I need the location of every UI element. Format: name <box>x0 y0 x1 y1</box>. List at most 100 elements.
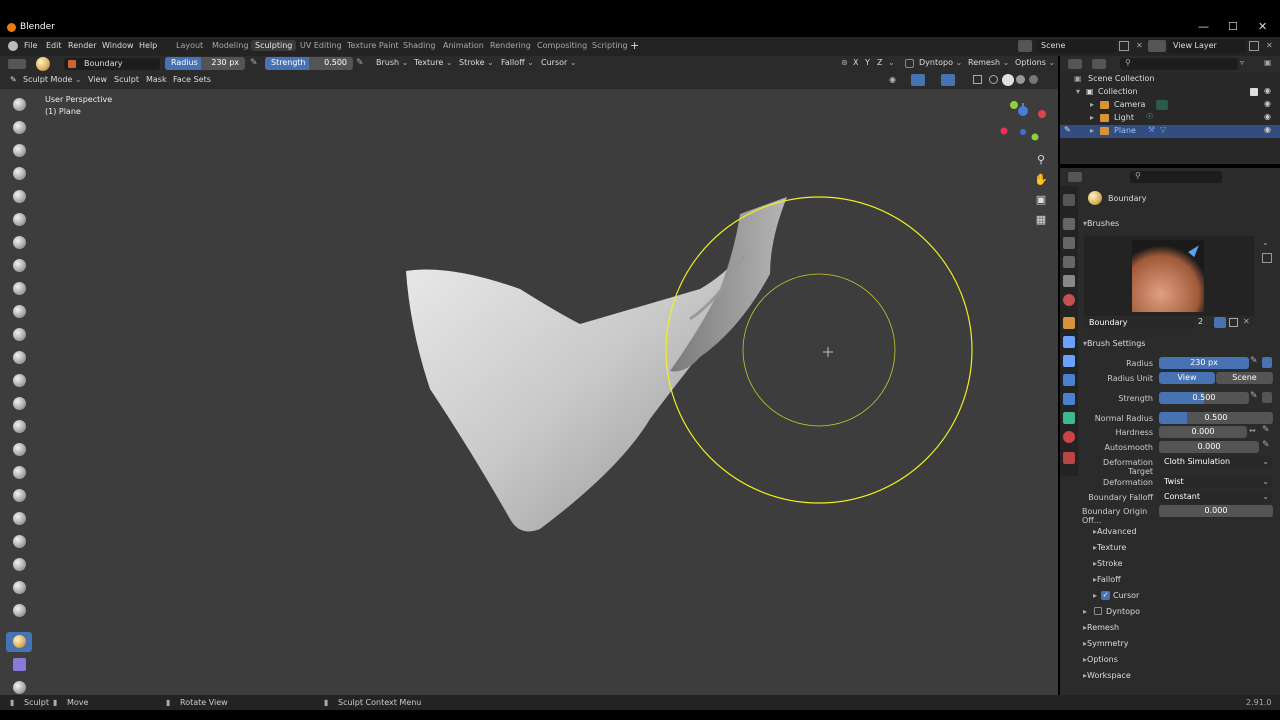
clay-thumb-tool-icon[interactable] <box>6 187 32 207</box>
delete-view-layer-icon[interactable]: ✕ <box>1266 41 1273 50</box>
symmetry-y-toggle[interactable]: Y <box>865 58 870 67</box>
inflate-tool-icon[interactable] <box>6 233 32 253</box>
symmetry-icon[interactable]: ⊛ <box>841 58 848 67</box>
rendered-shading-icon[interactable] <box>1029 75 1038 84</box>
crease-tool-icon[interactable] <box>6 279 32 299</box>
options-menu[interactable]: Options <box>1015 58 1055 67</box>
navigation-gizmo[interactable] <box>1000 101 1047 141</box>
pinch-tool-icon[interactable] <box>6 417 32 437</box>
dyntopo-panel-checkbox[interactable] <box>1094 607 1102 615</box>
mesh-data-icon[interactable]: ▽ <box>1160 125 1166 134</box>
minimize-icon[interactable]: — <box>1198 20 1209 33</box>
autosmooth-pressure-icon[interactable]: ✎ <box>1262 440 1270 450</box>
tab-shading[interactable]: Shading <box>399 40 440 51</box>
dyntopo-checkbox[interactable] <box>905 59 914 68</box>
strength-pressure-icon[interactable]: ✎ <box>1250 391 1258 401</box>
multiplane-scrape-tool-icon[interactable] <box>6 394 32 414</box>
camera-data-icon[interactable] <box>1156 100 1168 110</box>
scene-field[interactable]: Scene <box>1036 40 1116 53</box>
output-tab-icon[interactable] <box>1063 237 1075 249</box>
hardness-invert-icon[interactable]: ↔ <box>1249 426 1256 435</box>
radius-pressure-icon[interactable]: ✎ <box>1250 356 1258 366</box>
new-scene-icon[interactable] <box>1119 41 1129 51</box>
flatten-tool-icon[interactable] <box>6 325 32 345</box>
render-tab-icon[interactable] <box>1063 218 1075 230</box>
falloff-menu[interactable]: Falloff <box>501 58 534 67</box>
overlay-toggle-icon[interactable] <box>941 74 955 86</box>
outliner-row[interactable]: ▸ Camera ◉ <box>1060 99 1280 112</box>
menu-face-sets[interactable]: Face Sets <box>173 75 211 84</box>
expand-browser-icon[interactable]: ⌄ <box>1262 238 1269 247</box>
menu-render[interactable]: Render <box>68 41 96 50</box>
wireframe-shading-icon[interactable] <box>989 75 998 84</box>
hardness-field[interactable]: 0.000 <box>1159 426 1247 438</box>
deformation-select[interactable]: Twist ⌄ <box>1159 476 1273 488</box>
menu-edit[interactable]: Edit <box>46 41 62 50</box>
normal-radius-field[interactable]: 0.500 <box>1159 412 1273 424</box>
menu-view[interactable]: View <box>88 75 107 84</box>
dyntopo-expand-icon[interactable]: ▸ <box>1083 607 1087 616</box>
tab-animation[interactable]: Animation <box>439 40 488 51</box>
layer-tool-icon[interactable] <box>6 210 32 230</box>
thumb-tool-icon[interactable] <box>6 509 32 529</box>
scrape-tool-icon[interactable] <box>6 371 32 391</box>
pan-hand-icon[interactable]: ✋ <box>1032 171 1050 189</box>
strength-field[interactable]: 0.500 <box>1159 392 1249 404</box>
tab-scripting[interactable]: Scripting <box>588 40 632 51</box>
light-data-icon[interactable]: ☉ <box>1146 112 1153 121</box>
scene-tab-icon[interactable] <box>1063 275 1075 287</box>
clay-tool-icon[interactable] <box>6 141 32 161</box>
menu-help[interactable]: Help <box>139 41 157 50</box>
boundary-falloff-select[interactable]: Constant ⌄ <box>1159 491 1273 503</box>
xray-icon[interactable] <box>973 75 982 84</box>
brush-name-field[interactable]: Boundary <box>1084 317 1194 329</box>
outliner-row[interactable]: ▸ Light ☉ ◉ <box>1060 112 1280 125</box>
texture-menu[interactable]: Texture <box>414 58 453 67</box>
outliner-row[interactable]: ▾ ▣ Collection ◉ <box>1060 86 1280 99</box>
clay-strips-tool-icon[interactable] <box>6 164 32 184</box>
strength-pressure-icon[interactable]: ✎ <box>356 58 364 68</box>
menu-file[interactable]: File <box>24 41 37 50</box>
visibility-icon[interactable]: ◉ <box>889 75 896 84</box>
eye-icon[interactable]: ◉ <box>1264 112 1271 121</box>
cursor-expand-icon[interactable]: ▸ <box>1093 591 1097 600</box>
slide-relax-tool-icon[interactable] <box>6 601 32 621</box>
snake-hook-tool-icon[interactable] <box>6 486 32 506</box>
workspace-panel[interactable]: Workspace <box>1083 671 1131 680</box>
data-tab-icon[interactable] <box>1063 412 1075 424</box>
fill-tool-icon[interactable] <box>6 348 32 368</box>
blob-tool-icon[interactable] <box>6 256 32 276</box>
stroke-menu[interactable]: Stroke <box>459 58 494 67</box>
radius-unit-view-option[interactable]: View <box>1159 372 1215 384</box>
expand-arrow-icon[interactable]: ▾ <box>1076 87 1080 96</box>
strength-lock-icon[interactable] <box>1262 392 1272 403</box>
outliner-search-input[interactable]: ⚲ <box>1120 58 1238 70</box>
tab-layout[interactable]: Layout <box>172 40 207 51</box>
strength-slider[interactable]: Strength 0.500 <box>265 57 353 70</box>
eye-icon[interactable]: ◉ <box>1264 125 1271 134</box>
edit-mode-pencil-icon[interactable]: ✎ <box>1064 125 1071 134</box>
deformation-target-select[interactable]: Cloth Simulation ⌄ <box>1159 456 1273 468</box>
gizmo-toggle-icon[interactable] <box>911 74 925 86</box>
brush-menu[interactable]: Brush <box>376 58 408 67</box>
boundary-origin-offset-field[interactable]: 0.000 <box>1159 505 1273 517</box>
outliner-row[interactable]: ▣ Scene Collection <box>1060 73 1280 86</box>
physics-tab-icon[interactable] <box>1063 374 1075 386</box>
exclude-checkbox[interactable] <box>1250 88 1258 96</box>
tab-texture-paint[interactable]: Texture Paint <box>343 40 403 51</box>
radius-slider[interactable]: Radius 230 px <box>165 57 245 70</box>
cursor-checkbox[interactable]: ✓ <box>1101 591 1110 600</box>
expand-arrow-icon[interactable]: ▸ <box>1090 126 1094 135</box>
brush-name-field[interactable]: Boundary <box>64 58 160 70</box>
advanced-subpanel[interactable]: Advanced <box>1093 527 1137 536</box>
view-layer-tab-icon[interactable] <box>1063 256 1075 268</box>
display-mode-icon[interactable] <box>1092 59 1106 69</box>
view-layer-field[interactable]: View Layer <box>1168 40 1246 53</box>
brushes-panel-header[interactable]: Brushes <box>1083 219 1119 228</box>
mode-selector[interactable]: Sculpt Mode <box>23 75 82 84</box>
brush-preview-icon[interactable] <box>36 57 50 71</box>
elastic-deform-tool-icon[interactable] <box>6 463 32 483</box>
object-tab-icon[interactable] <box>1063 317 1075 329</box>
eye-icon[interactable]: ◉ <box>1264 99 1271 108</box>
radius-field[interactable]: 230 px <box>1159 357 1249 369</box>
